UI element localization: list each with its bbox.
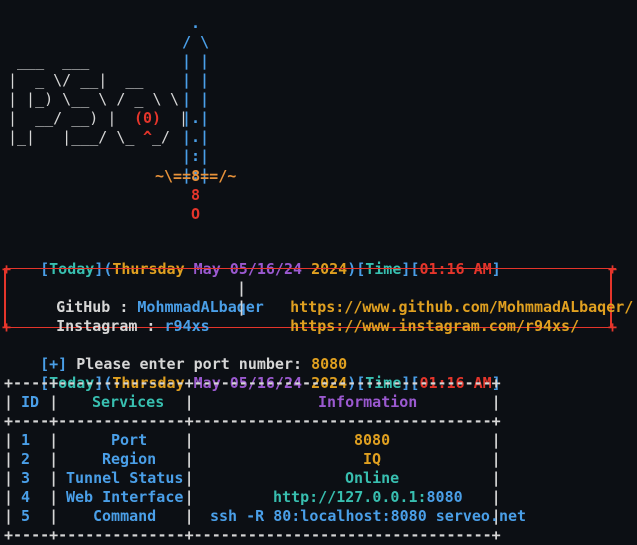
row-id: 5 [21,507,31,525]
rocket-icon: . / \ | | | | | | |.| |.| |:| |:| [182,14,210,184]
box-corner: + [2,260,12,278]
banner-zero: (0) [134,109,162,127]
box-corner: + [2,318,12,336]
status-line: [Today](Thursday May 05/16/24 2024)[Time… [4,241,501,278]
github-link-row: https://www.github.com/MohmmadALbaqer/ [254,279,633,316]
row-id: 3 [21,469,31,487]
row-info: 8080 [354,431,391,449]
row-info: IQ [363,450,382,468]
terminal-window: ___ ___ | _ \/ __| __ | |_) \__ \ / _ \ … [0,0,637,544]
box-corner: + [608,260,618,278]
row-service: Region [102,450,157,468]
github-row: GitHub : MohmmadALbaqer [56,298,264,316]
row-id: 2 [21,450,31,468]
box-corner: + [608,318,618,336]
rocket-base-icon: ~\==8==/~ [155,167,237,185]
bracket: ] [491,260,501,278]
row-info: Online [345,469,400,487]
banner-caret: ^ [143,128,153,146]
link-separator: | [237,298,247,316]
links-box-top [4,268,616,269]
instagram-user: r94xs [164,317,210,335]
rocket-flame-1: 8 [191,186,201,204]
row-service: Command [93,507,157,525]
date-label: 05/16/24 [229,260,303,278]
link-separator: | [237,279,247,297]
table-header-services: Services [92,393,165,411]
bracket: ] [94,260,104,278]
banner-o-end: _/ [152,128,171,146]
banner-letters-bottom: |_| |___/ \_ [8,128,135,146]
month-label: May [193,260,221,278]
table-header-id: ID [21,393,40,411]
bracket: [ [40,260,50,278]
table-header-information: Information [318,393,418,411]
instagram-row: Instagram : r94xs [56,317,210,335]
row-id: 1 [21,431,31,449]
time-label: Time [365,260,402,278]
paren: ) [347,260,357,278]
row-service: Port [111,431,148,449]
today-label: Today [49,260,95,278]
port-prompt: [+] Please enter port number: 8080 [4,336,347,373]
instagram-link-row: https://www.instagram.com/r94xs/ [254,298,579,335]
row-id: 4 [21,488,31,506]
bracket: [ [356,260,366,278]
row-service: Web Interface [66,488,184,506]
day-label: Thursday [112,260,185,278]
year-label: 2024 [311,260,348,278]
instagram-label: Instagram [56,317,138,335]
instagram-url[interactable]: https://www.instagram.com/r94xs/ [290,317,579,335]
time-value: 01:16 AM [419,260,492,278]
row-info[interactable]: http://127.0.0.1:8080 [273,488,463,506]
rocket-flame-2: O [191,205,201,223]
row-service: Tunnel Status [66,469,184,487]
status-line-2: [Today](Thursday May 05/16/24 2024)[Time… [40,374,501,392]
row-info: ssh -R 80:localhost:8080 serveo.net [210,507,527,525]
